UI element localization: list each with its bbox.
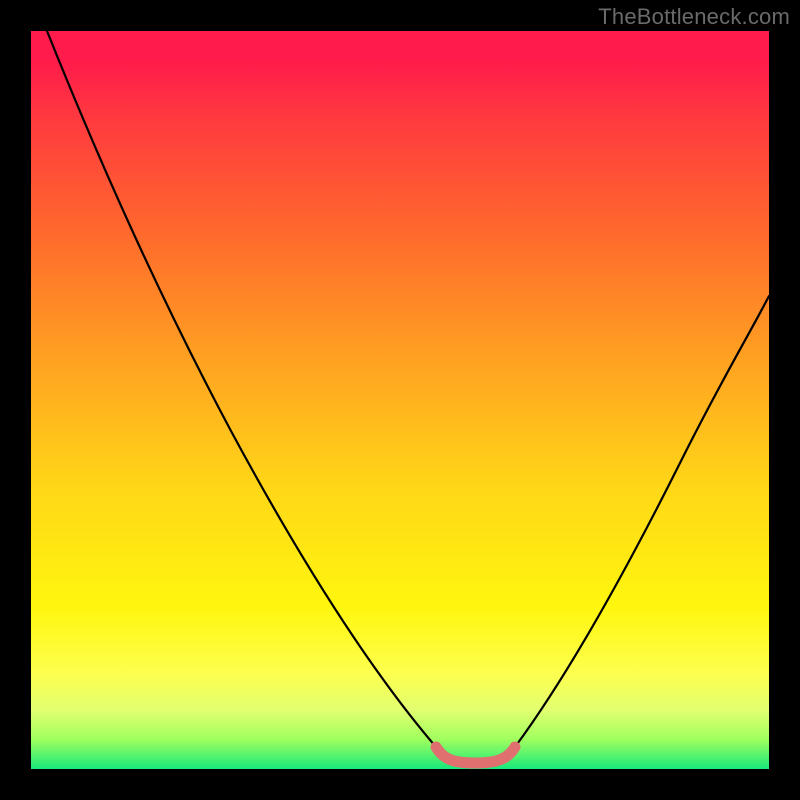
watermark-text: TheBottleneck.com [598, 4, 790, 30]
curve-overlay [31, 31, 769, 769]
chart-frame: TheBottleneck.com [0, 0, 800, 800]
right-curve [515, 296, 769, 747]
left-curve [47, 31, 436, 747]
plot-area [31, 31, 769, 769]
bottom-band [436, 747, 515, 763]
